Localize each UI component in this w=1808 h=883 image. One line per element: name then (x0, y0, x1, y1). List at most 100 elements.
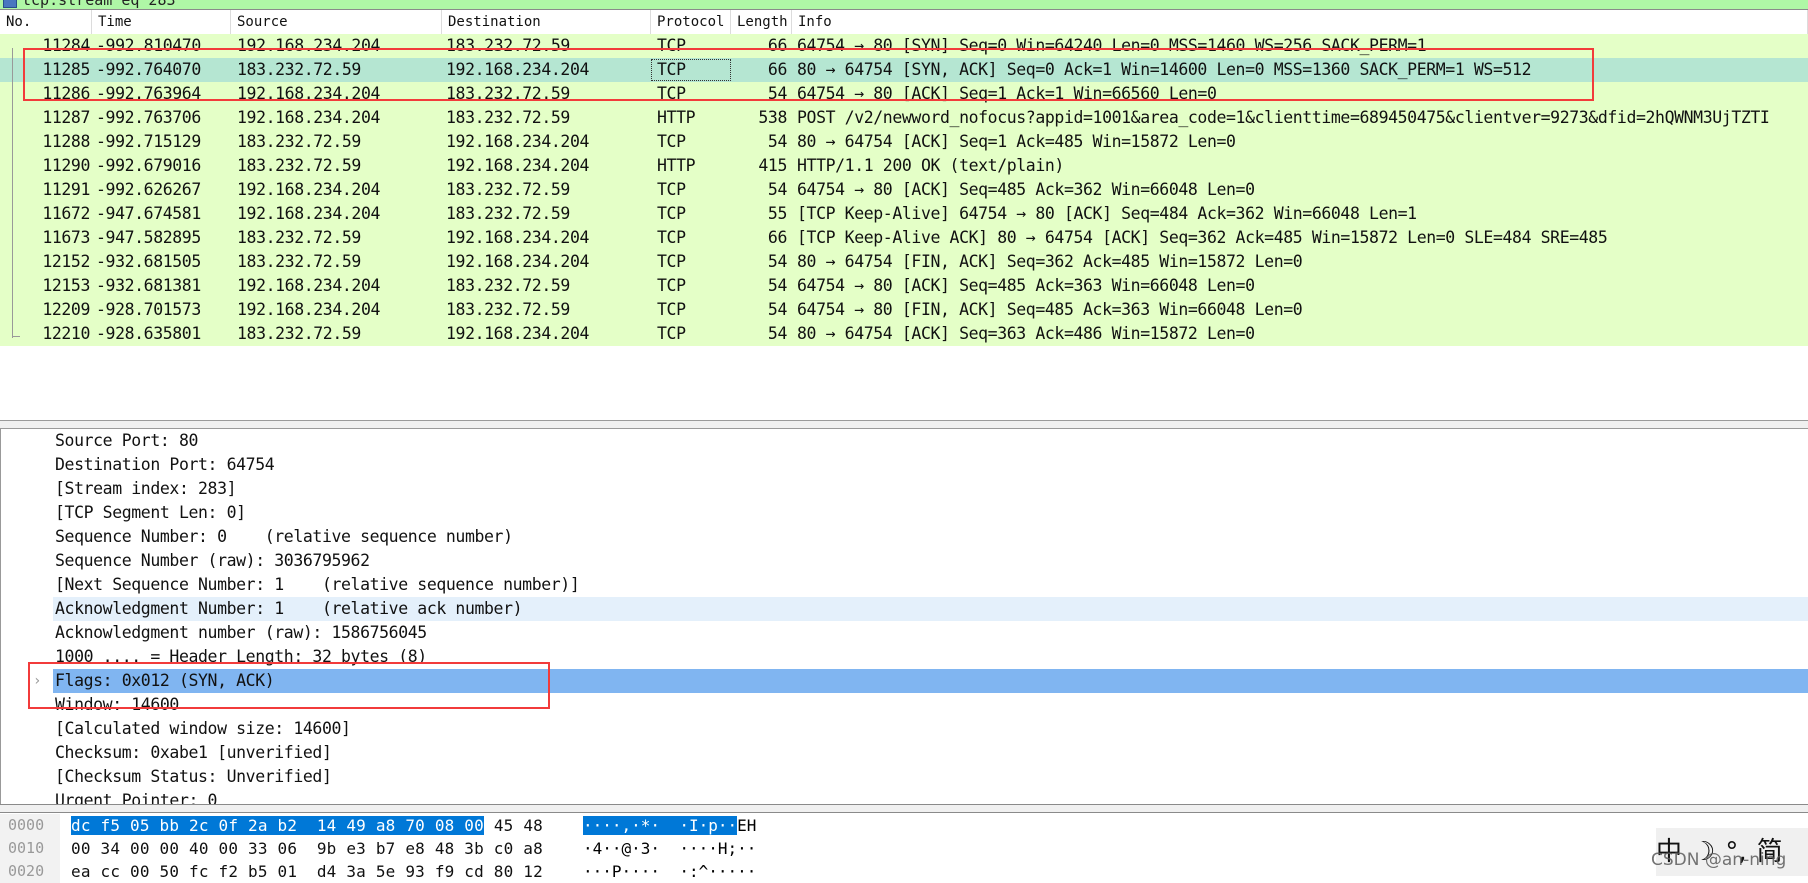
packet-protocol: HTTP (657, 108, 696, 127)
packet-time: -992.626267 (96, 180, 201, 199)
packet-time: -947.582895 (96, 228, 201, 247)
packet-row[interactable]: 11287 -992.763706 192.168.234.204 183.232.7… (0, 106, 1808, 130)
packet-time: -992.764070 (96, 60, 201, 79)
display-filter-input[interactable]: tcp.stream eq 283 (22, 0, 176, 9)
hex-ascii[interactable]: ·4··@·3· ····H;·· (583, 837, 756, 860)
packet-row[interactable]: 11288 -992.715129 183.232.72.59 192.168.234… (0, 130, 1808, 154)
packet-number: 12152 (42, 252, 90, 271)
detail-field[interactable]: Checksum: 0xabe1 [unverified] (53, 741, 1808, 765)
packet-source: 192.168.234.204 (237, 84, 381, 103)
packet-number: 11288 (42, 132, 90, 151)
packet-row[interactable]: 11286 -992.763964 192.168.234.204 183.232.7… (0, 82, 1808, 106)
packet-row[interactable]: 12152 -932.681505 183.232.72.59 192.168.234… (0, 250, 1808, 274)
detail-field[interactable]: [Checksum Status: Unverified] (53, 765, 1808, 789)
expand-chevron-icon[interactable]: › (33, 669, 41, 693)
packet-number: 11284 (42, 36, 90, 55)
packet-bytes-pane[interactable]: 0000 dc f5 05 bb 2c 0f 2a b2 14 49 a8 70 … (0, 813, 1808, 883)
column-header-destination[interactable]: Destination (442, 10, 651, 34)
packet-row[interactable]: 12153 -932.681381 192.168.234.204 183.232.7… (0, 274, 1808, 298)
packet-length: 54 (767, 180, 787, 199)
packet-length: 54 (767, 276, 787, 295)
packet-destination: 192.168.234.204 (446, 228, 590, 247)
packet-row[interactable]: 11673 -947.582895 183.232.72.59 192.168.234… (0, 226, 1808, 250)
hex-offset: 0010 (0, 837, 60, 860)
packet-source: 192.168.234.204 (237, 276, 381, 295)
packet-time: -992.810470 (96, 36, 201, 55)
packet-length: 66 (767, 228, 787, 247)
packet-info: 64754 → 80 [FIN, ACK] Seq=485 Ack=363 Wi… (797, 300, 1303, 319)
detail-field-text: [Calculated window size: 14600] (55, 719, 351, 738)
hex-ascii[interactable]: ···P···· ·:^····· (583, 860, 756, 883)
packet-source: 183.232.72.59 (237, 228, 361, 247)
watermark: CSDN @an-ning (1651, 850, 1787, 870)
column-header-info[interactable]: Info (792, 10, 1808, 34)
packet-length: 415 (758, 156, 787, 175)
filter-bookmark-icon[interactable] (3, 0, 17, 8)
packet-details-pane[interactable]: Source Port: 80 Destination Port: 64754 [S… (0, 429, 1808, 804)
detail-field[interactable]: Source Port: 80 (53, 429, 1808, 453)
packet-time: -992.763964 (96, 84, 201, 103)
packet-row[interactable]: 12210 -928.635801 183.232.72.59 192.168.234… (0, 322, 1808, 346)
pane-splitter[interactable] (0, 804, 1808, 813)
detail-field[interactable]: [Next Sequence Number: 1 (relative seque… (53, 573, 1808, 597)
detail-field-text: [Checksum Status: Unverified] (55, 767, 332, 786)
detail-field[interactable]: [Stream index: 283] (53, 477, 1808, 501)
packet-list-pane[interactable]: No. Time Source Destination Protocol Length In… (0, 10, 1808, 421)
conversation-bracket-line (12, 48, 13, 338)
packet-info: HTTP/1.1 200 OK (text/plain) (797, 156, 1064, 175)
hex-ascii-rest: EH (737, 816, 757, 835)
packet-time: -947.674581 (96, 204, 201, 223)
hex-ascii[interactable]: ····,·*· ·I·p··EH (583, 814, 756, 837)
packet-length: 66 (767, 36, 787, 55)
packet-row[interactable]: 11672 -947.674581 192.168.234.204 183.232.7… (0, 202, 1808, 226)
detail-field[interactable]: Urgent Pointer: 0 (53, 789, 1808, 804)
detail-field[interactable]: [Calculated window size: 14600] (53, 717, 1808, 741)
packet-row[interactable]: 12209 -928.701573 192.168.234.204 183.232.7… (0, 298, 1808, 322)
packet-length: 54 (767, 84, 787, 103)
hex-bytes-selected: dc f5 05 bb 2c 0f 2a b2 14 49 a8 70 08 0… (71, 816, 484, 835)
detail-field[interactable]: [TCP Segment Len: 0] (53, 501, 1808, 525)
detail-field[interactable]: Acknowledgment number (raw): 1586756045 (53, 621, 1808, 645)
detail-field[interactable]: Window: 14600 (53, 693, 1808, 717)
detail-field[interactable]: Sequence Number (raw): 3036795962 (53, 549, 1808, 573)
detail-field-text: Sequence Number (raw): 3036795962 (55, 551, 370, 570)
column-header-source[interactable]: Source (231, 10, 442, 34)
packet-number: 11673 (42, 228, 90, 247)
detail-field[interactable]: 1000 .... = Header Length: 32 bytes (8) (53, 645, 1808, 669)
packet-row[interactable]: 11290 -992.679016 183.232.72.59 192.168.234… (0, 154, 1808, 178)
column-header-no[interactable]: No. (0, 10, 92, 34)
packet-length: 538 (758, 108, 787, 127)
packet-info: 80 → 64754 [SYN, ACK] Seq=0 Ack=1 Win=14… (797, 60, 1532, 79)
detail-field-text: Destination Port: 64754 (55, 455, 275, 474)
packet-destination: 192.168.234.204 (446, 252, 590, 271)
packet-info: 80 → 64754 [ACK] Seq=363 Ack=486 Win=158… (797, 324, 1255, 343)
column-header-time[interactable]: Time (92, 10, 231, 34)
packet-source: 192.168.234.204 (237, 36, 381, 55)
detail-field[interactable]: › Flags: 0x012 (SYN, ACK) (33, 669, 1808, 693)
packet-source: 192.168.234.204 (237, 204, 381, 223)
packet-time: -932.681505 (96, 252, 201, 271)
pane-splitter[interactable] (0, 421, 1808, 429)
hex-bytes[interactable]: 00 34 00 00 40 00 33 06 9b e3 b7 e8 48 3… (71, 837, 543, 860)
packet-destination: 192.168.234.204 (446, 60, 590, 79)
packet-destination: 183.232.72.59 (446, 36, 570, 55)
hex-bytes[interactable]: dc f5 05 bb 2c 0f 2a b2 14 49 a8 70 08 0… (71, 814, 543, 837)
packet-destination: 183.232.72.59 (446, 84, 570, 103)
packet-destination: 183.232.72.59 (446, 276, 570, 295)
hex-bytes-rest: ea cc 00 50 fc f2 b5 01 d4 3a 5e 93 f9 c… (71, 862, 543, 881)
display-filter-bar[interactable]: tcp.stream eq 283 (0, 0, 1808, 10)
detail-field[interactable]: Acknowledgment Number: 1 (relative ack n… (53, 597, 1808, 621)
detail-field-text: 1000 .... = Header Length: 32 bytes (8) (55, 647, 427, 666)
detail-field[interactable]: Sequence Number: 0 (relative sequence nu… (53, 525, 1808, 549)
detail-field[interactable]: Destination Port: 64754 (53, 453, 1808, 477)
column-header-length[interactable]: Length (731, 10, 792, 34)
column-header-protocol[interactable]: Protocol (651, 10, 731, 34)
hex-bytes[interactable]: ea cc 00 50 fc f2 b5 01 d4 3a 5e 93 f9 c… (71, 860, 543, 883)
packet-row[interactable]: 11291 -992.626267 192.168.234.204 183.232.7… (0, 178, 1808, 202)
packet-info: 80 → 64754 [FIN, ACK] Seq=362 Ack=485 Wi… (797, 252, 1303, 271)
hex-bytes-rest: 00 34 00 00 40 00 33 06 9b e3 b7 e8 48 3… (71, 839, 543, 858)
packet-row[interactable]: 11284 -992.810470 192.168.234.204 183.232.7… (0, 34, 1808, 58)
detail-field-text: Checksum: 0xabe1 [unverified] (55, 743, 332, 762)
packet-row[interactable]: 11285 -992.764070 183.232.72.59 192.168.234… (0, 58, 1808, 82)
packet-protocol: TCP (657, 276, 686, 295)
